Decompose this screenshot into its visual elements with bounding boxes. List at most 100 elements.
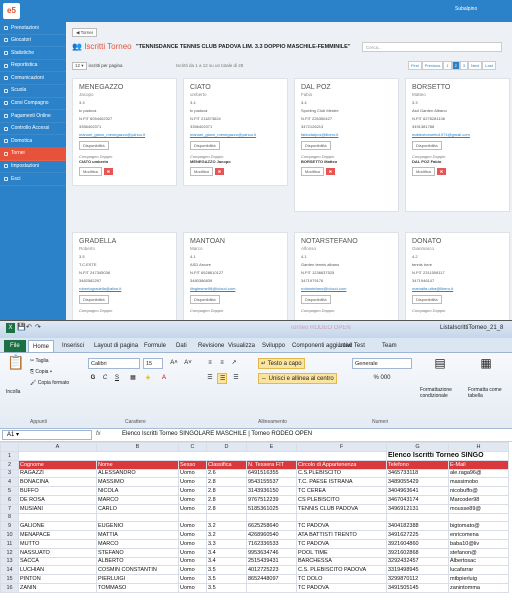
format-as-table-label[interactable]: Formatta come tabella xyxy=(468,387,508,399)
undo-icon[interactable]: ↶ xyxy=(26,323,33,333)
cell[interactable]: enricomena xyxy=(448,530,509,540)
cell[interactable]: Uomo xyxy=(178,574,207,584)
page-link[interactable]: Next xyxy=(468,61,483,70)
search-input[interactable]: Cerca... xyxy=(362,42,502,52)
cell[interactable]: EUGENIO xyxy=(96,521,179,532)
cell[interactable]: 3319498945 xyxy=(386,565,449,576)
availability-button[interactable]: Disponibilità xyxy=(190,141,220,150)
cell[interactable]: Uomo xyxy=(178,538,207,549)
cell[interactable]: Uomo xyxy=(178,582,207,593)
italic-button[interactable]: C xyxy=(100,373,110,384)
cell[interactable]: 3.2 xyxy=(206,521,247,532)
cell[interactable]: mtbpierluig xyxy=(448,574,509,584)
fill-color-icon[interactable]: ◈ xyxy=(142,373,154,384)
align-top-icon[interactable]: ≡ xyxy=(205,358,215,369)
row-number[interactable]: 3 xyxy=(0,468,19,479)
cell[interactable]: 2.6 xyxy=(206,468,247,479)
cell[interactable]: 3921602868 xyxy=(386,547,449,558)
availability-button[interactable]: Disponibilità xyxy=(412,295,442,304)
cell[interactable]: 5185361025 xyxy=(246,503,297,514)
conditional-format-label[interactable]: Formattazione condizionale xyxy=(420,387,464,399)
ribbon-tab[interactable]: Home xyxy=(28,340,55,352)
user-menu[interactable]: Subalpino xyxy=(455,6,477,12)
cell[interactable] xyxy=(96,512,179,523)
cell[interactable]: 4012725223 xyxy=(246,565,297,576)
edit-button[interactable]: Modifica xyxy=(301,167,324,176)
shrink-font-button[interactable]: A˅ xyxy=(182,358,194,369)
cell[interactable]: 3404963641 xyxy=(386,486,449,496)
cell[interactable]: Marcoder98 xyxy=(448,494,509,505)
align-left-icon[interactable]: ☰ xyxy=(205,373,215,384)
cell[interactable]: 3.3 xyxy=(206,538,247,549)
edit-button[interactable]: Modifica xyxy=(412,167,435,176)
cell[interactable]: Uomo xyxy=(178,486,207,496)
header-cell[interactable]: Telefono xyxy=(386,459,449,470)
cell[interactable]: 3465733118 xyxy=(386,468,449,479)
ribbon-tab[interactable]: Inserisci xyxy=(58,340,88,352)
sidebar-item[interactable]: Corsi Compagno xyxy=(0,98,66,111)
conditional-format-icon[interactable]: ▤ xyxy=(420,357,460,386)
cell[interactable]: STEFANO xyxy=(96,547,179,558)
excel-app-icon[interactable]: X xyxy=(6,323,15,333)
row-number[interactable]: 2 xyxy=(0,459,19,470)
column-header[interactable]: F xyxy=(296,442,387,452)
cell[interactable]: LUCHIAN xyxy=(18,565,97,576)
delete-button[interactable]: ✖ xyxy=(214,168,224,176)
column-header[interactable]: B xyxy=(96,442,179,452)
page-link[interactable]: First xyxy=(408,61,422,70)
delete-button[interactable]: ✖ xyxy=(436,168,446,176)
app-logo[interactable]: e5 xyxy=(3,3,20,19)
format-as-table-icon[interactable]: ▦ xyxy=(468,357,504,386)
ribbon-tab[interactable]: Team xyxy=(378,340,401,352)
cell[interactable]: Uomo xyxy=(178,521,207,532)
cell[interactable]: 3489055429 xyxy=(386,477,449,488)
cell[interactable] xyxy=(386,512,449,523)
cell[interactable]: PINTON xyxy=(18,574,97,584)
cell[interactable]: nicobuffo@ xyxy=(448,486,509,496)
align-right-icon[interactable]: ☰ xyxy=(231,373,241,384)
column-header[interactable]: G xyxy=(386,442,449,452)
cell[interactable]: MASSIMO xyxy=(96,477,179,488)
bold-button[interactable]: G xyxy=(88,373,98,384)
cell[interactable]: 3.4 xyxy=(206,556,247,567)
orientation-icon[interactable]: ↗ xyxy=(229,358,239,369)
header-cell[interactable]: N. Tessera FIT xyxy=(246,459,297,470)
header-cell[interactable]: Nome xyxy=(96,459,179,470)
cell[interactable]: 3491505145 xyxy=(386,582,449,593)
cell[interactable]: TOMMASO xyxy=(96,582,179,593)
sidebar-item[interactable]: Giocatori xyxy=(0,35,66,48)
underline-button[interactable]: S xyxy=(112,373,122,384)
cell[interactable]: Uomo xyxy=(178,565,207,576)
header-cell[interactable]: E-Mail xyxy=(448,459,509,470)
cell[interactable] xyxy=(178,512,207,523)
sheet-table[interactable]: A B C D E F G H 1 Elenco Iscritti Torneo SINGO 2 Co… xyxy=(0,442,509,593)
cell[interactable]: zanintomma xyxy=(448,582,509,593)
cell[interactable]: 3.4 xyxy=(206,547,247,558)
cell[interactable] xyxy=(18,512,97,523)
ribbon-tab[interactable]: Visualizza xyxy=(224,340,259,352)
sheet-corner[interactable] xyxy=(0,442,19,452)
cell[interactable]: MATTIA xyxy=(96,530,179,540)
cell[interactable]: TENNIS CLUB PADOVA xyxy=(296,503,387,514)
page-link[interactable]: 3 xyxy=(459,61,469,70)
row-number[interactable]: 9 xyxy=(0,521,19,532)
cell[interactable]: 2.8 xyxy=(206,503,247,514)
borders-icon[interactable]: ▦ xyxy=(128,373,138,384)
row-number[interactable]: 7 xyxy=(0,503,19,514)
cell[interactable]: 3491627225 xyxy=(386,530,449,540)
cell[interactable]: C.S.PLEBISCITO xyxy=(296,468,387,479)
name-box[interactable]: A1 ▾ xyxy=(2,430,92,440)
availability-button[interactable]: Disponibilità xyxy=(79,141,109,150)
ribbon-tab[interactable]: Layout di pagina xyxy=(90,340,142,352)
cell[interactable]: C.S. PLEBISCITO PADOVA xyxy=(296,565,387,576)
cell[interactable]: mousse89@ xyxy=(448,503,509,514)
cell[interactable]: CS PLEBISCITO xyxy=(296,494,387,505)
ribbon-tab[interactable]: Dati xyxy=(172,340,191,352)
format-painter-button[interactable]: 🖌 Copia formato xyxy=(30,380,69,386)
cell[interactable]: 4268960540 xyxy=(246,530,297,540)
cell[interactable]: TC CEREA xyxy=(296,486,387,496)
number-symbols[interactable]: % 000 xyxy=(352,373,412,384)
row-number[interactable]: 15 xyxy=(0,574,19,584)
cell[interactable] xyxy=(18,451,387,461)
cell[interactable]: 3404182388 xyxy=(386,521,449,532)
